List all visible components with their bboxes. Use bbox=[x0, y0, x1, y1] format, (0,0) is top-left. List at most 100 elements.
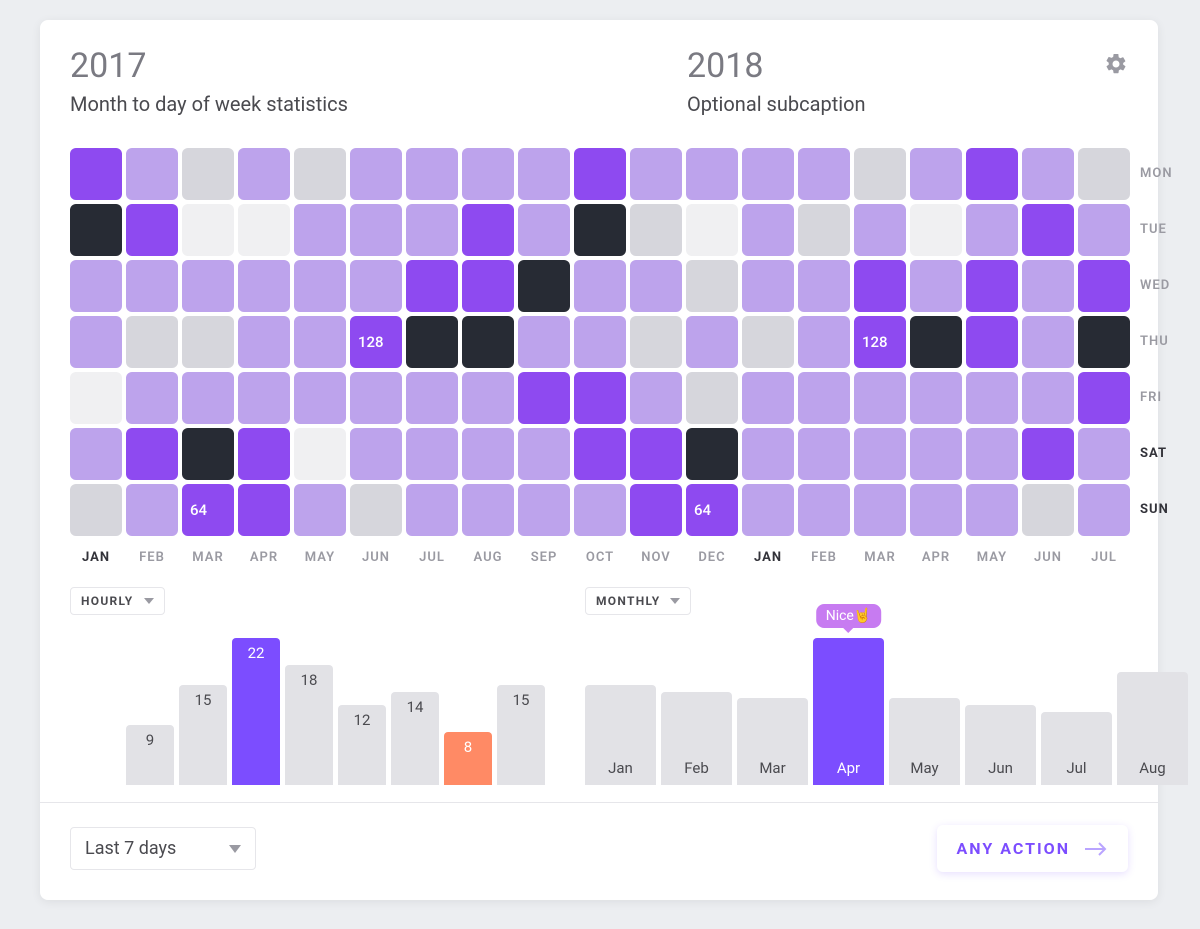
heatmap-cell[interactable] bbox=[462, 316, 514, 368]
heatmap-cell[interactable] bbox=[294, 316, 346, 368]
hourly-bar[interactable]: 9 bbox=[126, 725, 174, 785]
heatmap-cell[interactable] bbox=[406, 372, 458, 424]
heatmap-cell[interactable] bbox=[686, 148, 738, 200]
heatmap-cell[interactable] bbox=[1022, 204, 1074, 256]
heatmap-cell[interactable] bbox=[238, 316, 290, 368]
heatmap-cell[interactable] bbox=[574, 372, 626, 424]
heatmap-cell[interactable]: 64 bbox=[686, 484, 738, 536]
heatmap-cell[interactable] bbox=[126, 428, 178, 480]
heatmap-cell[interactable] bbox=[854, 484, 906, 536]
heatmap-cell[interactable] bbox=[630, 428, 682, 480]
heatmap-cell[interactable] bbox=[910, 204, 962, 256]
heatmap-cell[interactable] bbox=[910, 428, 962, 480]
heatmap-cell[interactable] bbox=[462, 260, 514, 312]
heatmap-cell[interactable] bbox=[1078, 484, 1130, 536]
heatmap-cell[interactable] bbox=[70, 428, 122, 480]
hourly-bar[interactable]: 15 bbox=[497, 685, 545, 785]
heatmap-cell[interactable] bbox=[126, 372, 178, 424]
heatmap-cell[interactable] bbox=[406, 148, 458, 200]
heatmap-cell[interactable] bbox=[966, 316, 1018, 368]
date-range-selector[interactable]: Last 7 days bbox=[70, 827, 256, 870]
heatmap-cell[interactable] bbox=[182, 204, 234, 256]
heatmap-cell[interactable] bbox=[966, 148, 1018, 200]
heatmap-cell[interactable] bbox=[966, 372, 1018, 424]
heatmap-cell[interactable] bbox=[798, 204, 850, 256]
heatmap-cell[interactable] bbox=[910, 260, 962, 312]
heatmap-cell[interactable] bbox=[182, 148, 234, 200]
heatmap-cell[interactable] bbox=[1078, 316, 1130, 368]
heatmap-cell[interactable] bbox=[238, 428, 290, 480]
heatmap-cell[interactable] bbox=[518, 204, 570, 256]
heatmap-cell[interactable] bbox=[406, 204, 458, 256]
heatmap-cell[interactable] bbox=[630, 260, 682, 312]
heatmap-cell[interactable] bbox=[70, 148, 122, 200]
heatmap-cell[interactable] bbox=[798, 148, 850, 200]
heatmap-cell[interactable] bbox=[462, 148, 514, 200]
heatmap-cell[interactable] bbox=[126, 484, 178, 536]
heatmap-cell[interactable] bbox=[1078, 428, 1130, 480]
hourly-bar[interactable]: 18 bbox=[285, 665, 333, 785]
heatmap-cell[interactable] bbox=[406, 260, 458, 312]
heatmap-cell[interactable] bbox=[910, 148, 962, 200]
heatmap-cell[interactable] bbox=[182, 428, 234, 480]
heatmap-cell[interactable] bbox=[686, 372, 738, 424]
heatmap-cell[interactable] bbox=[294, 148, 346, 200]
monthly-bar[interactable]: Aug bbox=[1117, 672, 1188, 785]
heatmap-cell[interactable] bbox=[574, 484, 626, 536]
heatmap-cell[interactable] bbox=[1022, 148, 1074, 200]
any-action-button[interactable]: ANY ACTION bbox=[937, 825, 1128, 872]
heatmap-cell[interactable] bbox=[70, 372, 122, 424]
heatmap-cell[interactable] bbox=[966, 484, 1018, 536]
heatmap-cell[interactable] bbox=[742, 148, 794, 200]
heatmap-cell[interactable] bbox=[574, 428, 626, 480]
heatmap-cell[interactable] bbox=[238, 260, 290, 312]
heatmap-cell[interactable] bbox=[630, 372, 682, 424]
heatmap-cell[interactable] bbox=[854, 204, 906, 256]
heatmap-cell[interactable]: 128 bbox=[854, 316, 906, 368]
heatmap-cell[interactable] bbox=[1022, 372, 1074, 424]
heatmap-cell[interactable] bbox=[686, 204, 738, 256]
heatmap-cell[interactable] bbox=[350, 484, 402, 536]
heatmap-cell[interactable] bbox=[294, 372, 346, 424]
hourly-bar[interactable]: 12 bbox=[338, 705, 386, 785]
monthly-bar[interactable]: Jul bbox=[1041, 712, 1112, 785]
heatmap-cell[interactable] bbox=[630, 148, 682, 200]
hourly-bar[interactable]: 15 bbox=[179, 685, 227, 785]
heatmap-cell[interactable] bbox=[406, 428, 458, 480]
hourly-bar[interactable]: 8 bbox=[444, 732, 492, 785]
heatmap-cell[interactable] bbox=[518, 372, 570, 424]
heatmap-cell[interactable] bbox=[742, 316, 794, 368]
heatmap-cell[interactable] bbox=[854, 148, 906, 200]
hourly-bar[interactable]: 14 bbox=[391, 692, 439, 785]
heatmap-cell[interactable] bbox=[1022, 316, 1074, 368]
heatmap-cell[interactable] bbox=[630, 316, 682, 368]
hourly-bar[interactable]: 22 bbox=[232, 638, 280, 785]
heatmap-cell[interactable] bbox=[238, 372, 290, 424]
monthly-bar[interactable]: Feb bbox=[661, 692, 732, 785]
monthly-selector[interactable]: MONTHLY bbox=[585, 587, 691, 615]
heatmap-cell[interactable] bbox=[966, 260, 1018, 312]
heatmap-cell[interactable] bbox=[294, 204, 346, 256]
heatmap-cell[interactable] bbox=[518, 428, 570, 480]
heatmap-cell[interactable] bbox=[294, 484, 346, 536]
heatmap-cell[interactable] bbox=[182, 316, 234, 368]
heatmap-cell[interactable]: 128 bbox=[350, 316, 402, 368]
heatmap-cell[interactable] bbox=[574, 204, 626, 256]
heatmap-cell[interactable] bbox=[742, 204, 794, 256]
heatmap-cell[interactable] bbox=[1022, 484, 1074, 536]
heatmap-cell[interactable]: 64 bbox=[182, 484, 234, 536]
settings-button[interactable] bbox=[1104, 52, 1128, 80]
heatmap-cell[interactable] bbox=[182, 260, 234, 312]
heatmap-cell[interactable] bbox=[518, 316, 570, 368]
heatmap-cell[interactable] bbox=[126, 316, 178, 368]
heatmap-cell[interactable] bbox=[798, 484, 850, 536]
heatmap-cell[interactable] bbox=[406, 316, 458, 368]
monthly-bar[interactable]: Mar bbox=[737, 698, 808, 785]
monthly-bar[interactable]: May bbox=[889, 698, 960, 785]
heatmap-cell[interactable] bbox=[1078, 260, 1130, 312]
heatmap-cell[interactable] bbox=[70, 316, 122, 368]
monthly-bar[interactable]: Jan bbox=[585, 685, 656, 785]
heatmap-cell[interactable] bbox=[462, 372, 514, 424]
hourly-selector[interactable]: HOURLY bbox=[70, 587, 165, 615]
heatmap-cell[interactable] bbox=[798, 316, 850, 368]
